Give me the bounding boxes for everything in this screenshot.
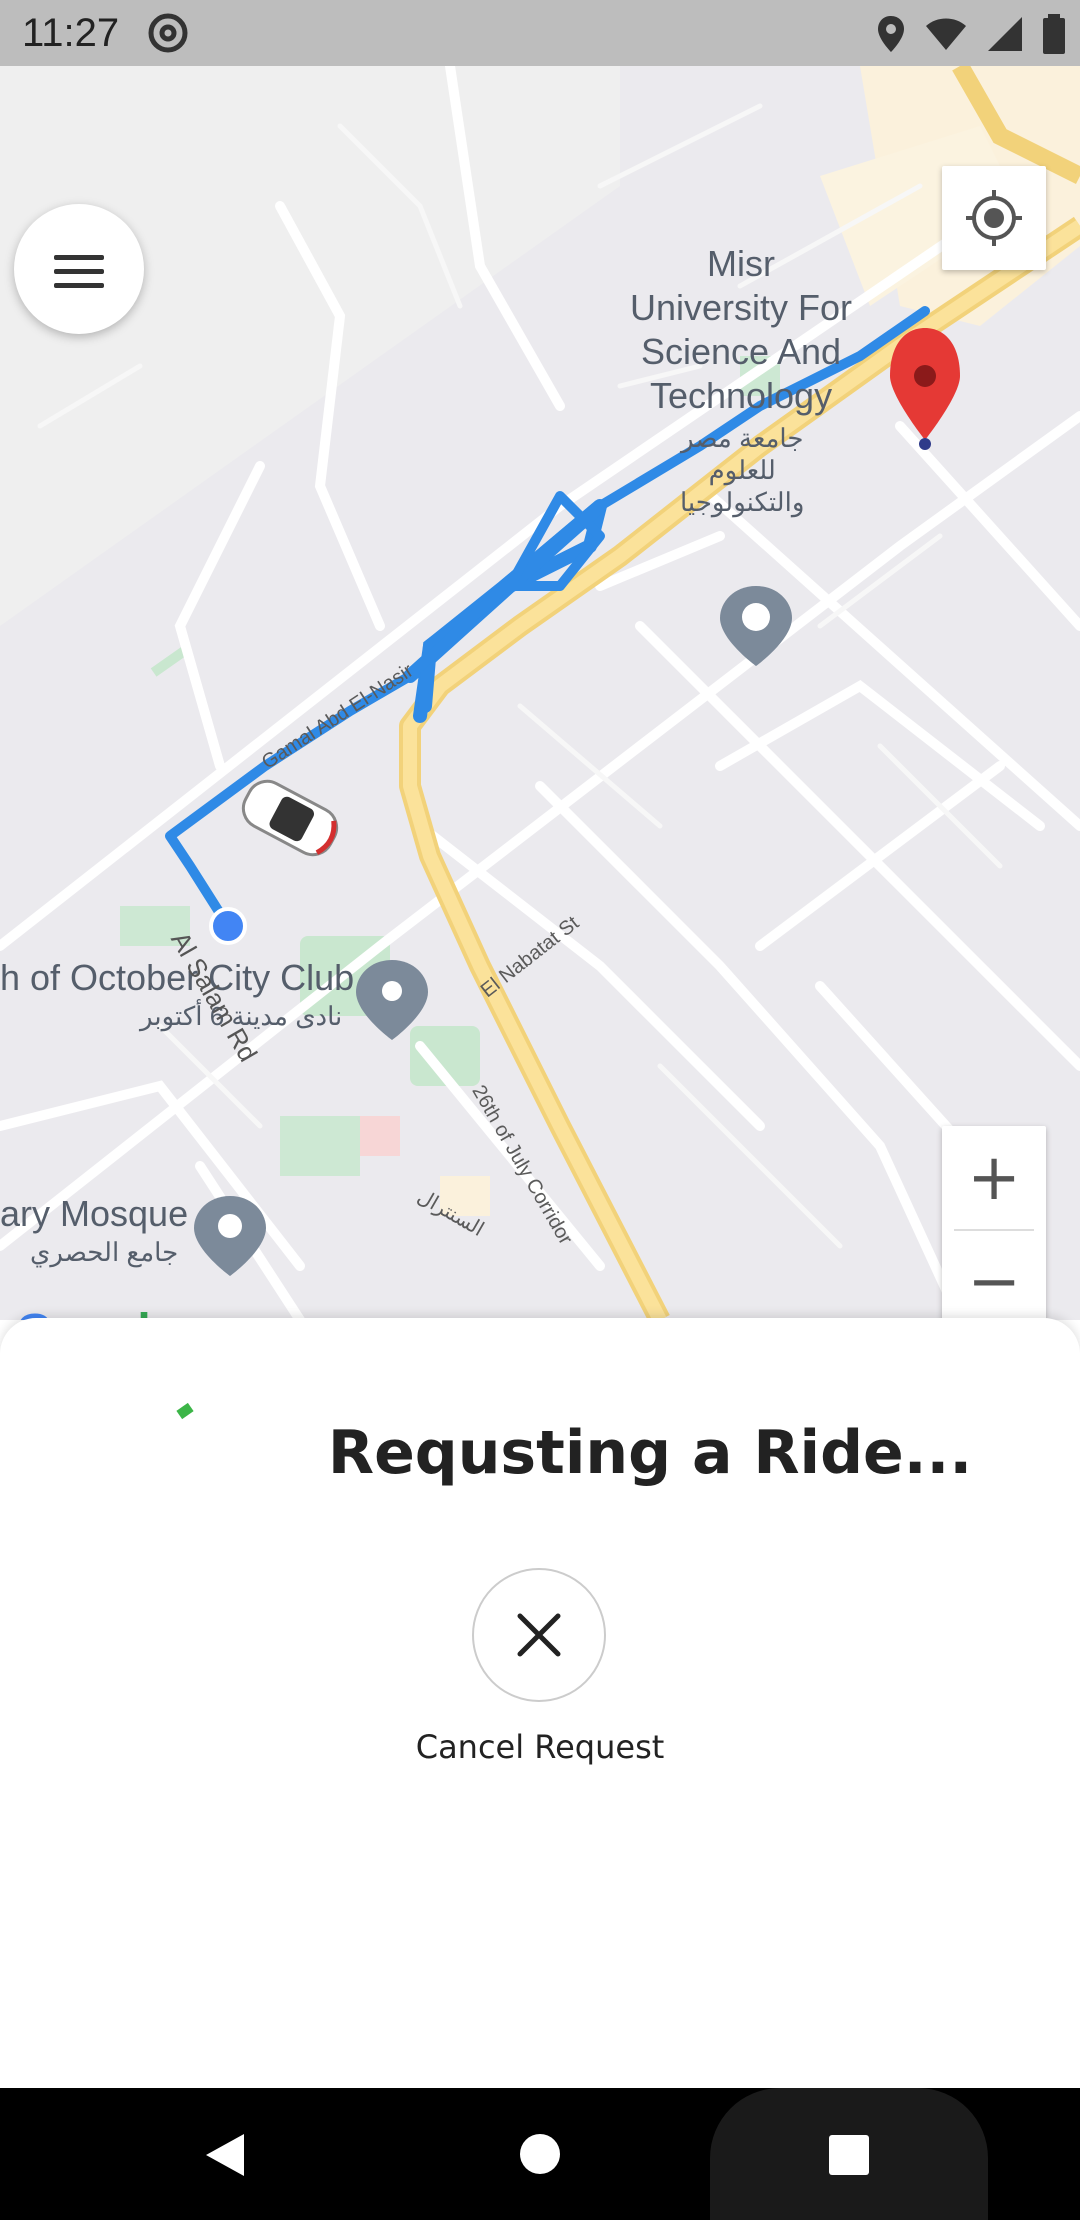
zoom-in-button[interactable]: +	[942, 1126, 1046, 1230]
battery-icon	[1043, 14, 1065, 54]
status-bar: 11:27	[0, 0, 1080, 66]
my-location-button[interactable]	[942, 166, 1046, 270]
ride-request-sheet: Requsting a Ride... Cancel Request	[0, 1318, 1080, 2088]
home-icon[interactable]	[518, 2132, 562, 2176]
menu-icon	[54, 255, 104, 297]
zoom-out-button[interactable]: −	[942, 1230, 1046, 1320]
wifi-icon	[926, 18, 966, 50]
menu-button[interactable]	[14, 204, 144, 334]
system-nav-bar	[0, 2088, 1080, 2220]
map-label-university: Misr University For Science And Technolo…	[630, 243, 853, 416]
recents-icon[interactable]	[828, 2134, 870, 2176]
signal-icon	[988, 17, 1022, 51]
status-icons	[876, 12, 1066, 56]
map-label-mosque-ar: جامع الحصري	[30, 1237, 179, 1267]
status-time: 11:27	[22, 11, 120, 55]
crosshair-icon	[966, 190, 1022, 246]
back-icon[interactable]	[200, 2130, 250, 2180]
sheet-title: Requsting a Ride...	[327, 1418, 973, 1488]
loading-indicator-icon	[176, 1402, 194, 1420]
map-canvas	[0, 66, 1080, 1320]
close-icon	[517, 1613, 561, 1657]
map-label-mosque: ary Mosque	[0, 1193, 189, 1234]
zoom-controls: + −	[942, 1126, 1046, 1320]
cancel-request-button[interactable]	[472, 1568, 606, 1702]
at-sign-icon	[148, 13, 188, 53]
cancel-request-label: Cancel Request	[415, 1728, 665, 1766]
map-view[interactable]: Misr University For Science And Technolo…	[0, 66, 1080, 1320]
location-icon	[878, 16, 904, 52]
map-label-university-ar: جامعة مصر للعلوم والتكنولوجيا	[680, 423, 805, 517]
